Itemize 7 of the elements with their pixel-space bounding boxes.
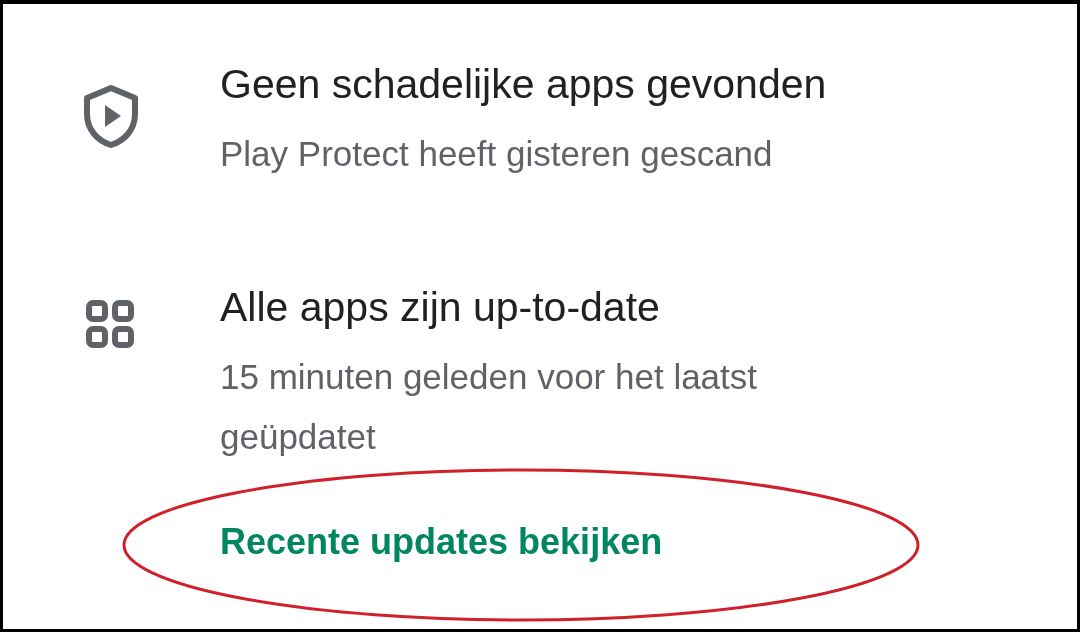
- item-title: Geen schadelijke apps gevonden: [220, 60, 828, 109]
- view-updates-link[interactable]: Recente updates bekijken: [220, 521, 663, 563]
- item-title: Alle apps zijn up-to-date: [220, 283, 661, 332]
- grid-icon: [85, 299, 135, 349]
- item-subtitle: 15 minuten geleden voor het laatst geüpdatet: [220, 356, 759, 458]
- item-subtitle: Play Protect heeft gisteren gescand: [220, 133, 774, 175]
- shield-play-icon: [83, 84, 139, 148]
